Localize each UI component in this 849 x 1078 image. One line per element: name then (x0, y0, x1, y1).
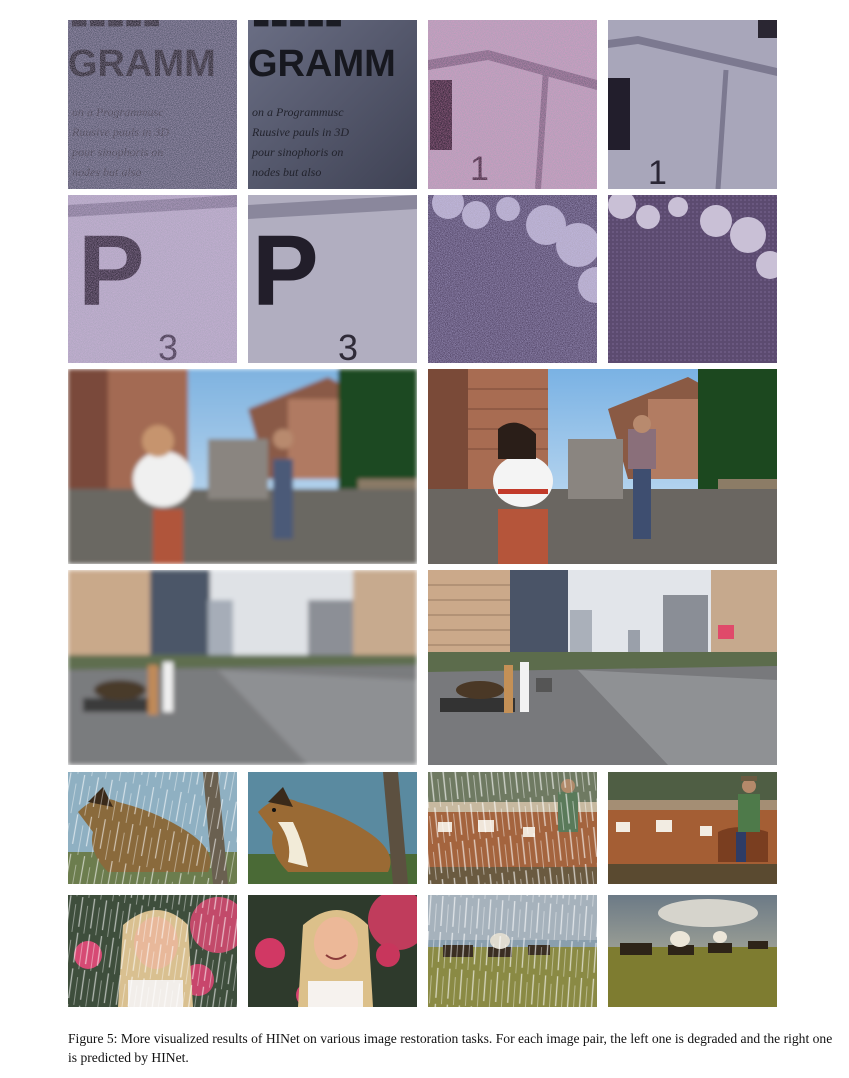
deblurred-street-image (428, 369, 777, 564)
clean-fabric-image (608, 195, 777, 363)
noisy-letter-p-image: P 3 (68, 195, 237, 363)
svg-text:■■■■■: ■■■■■ (252, 20, 343, 35)
derained-dog-image (248, 772, 417, 884)
article-line: pour sinophoris on (251, 145, 343, 159)
rainy-cattle-image (428, 772, 597, 884)
noisy-gramm-image: ■■■■■ GRAMM on a Programmusc Ruusive pau… (68, 20, 237, 189)
digit-three: 3 (338, 327, 358, 363)
noisy-tile-image: 1 (428, 20, 597, 189)
gramm-text: GRAMM (248, 43, 396, 85)
deblurred-city-image (428, 570, 777, 765)
noisy-fabric-image (428, 195, 597, 363)
rainy-wagons-image (428, 895, 597, 1007)
figure-caption: Figure 5: More visualized results of HIN… (68, 1031, 833, 1065)
derained-wagons-image (608, 895, 777, 1007)
article-line: Ruusive pauls in 3D (251, 125, 349, 139)
article-line: on a Programmusc (252, 105, 344, 119)
rainy-girl-image (68, 895, 237, 1007)
letter-p: P (252, 215, 319, 327)
derained-cattle-image (608, 772, 777, 884)
blurred-city-image (68, 570, 417, 765)
rainy-dog-image (68, 772, 237, 884)
clean-letter-p-image: P 3 (248, 195, 417, 363)
blurred-street-image (68, 369, 417, 564)
digit-one: 1 (648, 154, 667, 189)
derained-girl-image (248, 895, 417, 1007)
clean-tile-image: 1 (608, 20, 777, 189)
clean-gramm-image: ■■■■■ GRAMM on a Programmusc Ruusive pau… (248, 20, 417, 189)
article-line: nodes but also (252, 165, 321, 179)
